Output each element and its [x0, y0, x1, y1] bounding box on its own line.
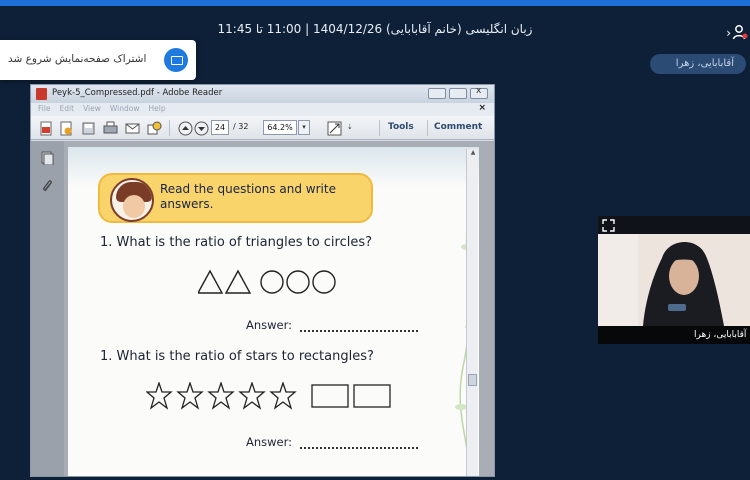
- next-page-icon[interactable]: [194, 121, 209, 136]
- triangle-shape: [198, 269, 224, 294]
- answer-line-2: [300, 441, 418, 449]
- print-icon[interactable]: [103, 121, 118, 136]
- toolbar: 24 / 32 64.2% ▾ ⇣ Tools Comment: [31, 116, 494, 140]
- rectangle-shape: [311, 384, 349, 408]
- toolbar-separator: [379, 120, 380, 136]
- document-area: Read the questions and write answers. 1.…: [31, 141, 494, 476]
- menu-file[interactable]: File: [38, 104, 51, 113]
- window-titlebar[interactable]: Peyk-5_Compressed.pdf - Adobe Reader: [31, 85, 494, 103]
- toast-message: اشتراک صفحه‌نمایش شروع شد: [8, 53, 147, 65]
- close-document-icon[interactable]: ×: [478, 103, 486, 113]
- zoom-dropdown-icon[interactable]: ▾: [298, 120, 310, 135]
- page-thumbnails-icon[interactable]: [41, 151, 54, 165]
- page-total: / 32: [233, 122, 249, 131]
- comment-button[interactable]: Comment: [434, 122, 482, 132]
- collaborate-icon[interactable]: [147, 121, 162, 136]
- scroll-up-icon[interactable]: ▲: [468, 149, 478, 159]
- pdf-page[interactable]: Read the questions and write answers. 1.…: [68, 147, 479, 476]
- session-title: زبان انگلیسی (خانم آقابابایی) 1404/12/26…: [217, 22, 533, 36]
- previous-page-icon[interactable]: [178, 121, 193, 136]
- fit-page-icon[interactable]: [327, 121, 342, 136]
- screen-share-icon: [164, 48, 188, 72]
- pdf-file-icon: [36, 88, 47, 100]
- circle-shape: [260, 270, 284, 294]
- star-shape: [176, 382, 204, 410]
- student-avatar: [110, 178, 154, 222]
- star-shape: [146, 382, 173, 410]
- screen-share-toast: اشتراک صفحه‌نمایش شروع شد: [0, 40, 196, 80]
- rectangle-shape: [353, 384, 391, 408]
- answer-label-2: Answer:: [246, 435, 293, 449]
- navigation-pane: [31, 141, 64, 476]
- answer-line-1: [300, 324, 418, 332]
- vertical-scrollbar[interactable]: ▲: [466, 149, 478, 476]
- star-shape: [207, 382, 235, 410]
- stars-rectangles-figure: [146, 382, 391, 410]
- top-accent-bar: [0, 0, 750, 6]
- question-2: 1. What is the ratio of stars to rectang…: [100, 349, 374, 364]
- instruction-banner: Read the questions and write answers.: [98, 173, 373, 223]
- triangle-shape: [224, 269, 252, 294]
- toolbar-separator: [169, 120, 170, 136]
- page-number-input[interactable]: 24: [211, 120, 229, 135]
- participant-name: آقابابایی، زهرا: [598, 326, 750, 344]
- instruction-text: Read the questions and write answers.: [160, 182, 336, 211]
- answer-label-1: Answer:: [246, 318, 293, 332]
- video-tile[interactable]: آقابابایی، زهرا: [598, 216, 750, 344]
- customize-toolbar-icon[interactable]: ⇣: [347, 123, 353, 131]
- close-button[interactable]: [470, 86, 488, 99]
- participant-video: [598, 234, 750, 326]
- menu-bar: File Edit View Window Help ×: [31, 103, 494, 116]
- adobe-reader-window[interactable]: Peyk-5_Compressed.pdf - Adobe Reader Fil…: [30, 84, 495, 477]
- attachments-icon[interactable]: [41, 179, 54, 193]
- video-tile-header: [598, 216, 750, 234]
- window-title: Peyk-5_Compressed.pdf - Adobe Reader: [52, 88, 223, 98]
- star-shape: [238, 382, 266, 410]
- toolbar-separator: [427, 120, 428, 136]
- chevron-right-icon[interactable]: ›: [726, 26, 731, 40]
- question-1: 1. What is the ratio of triangles to cir…: [100, 235, 373, 250]
- expand-icon[interactable]: [602, 219, 615, 232]
- circle-shape: [286, 270, 310, 294]
- menu-window[interactable]: Window: [110, 104, 140, 113]
- user-icon[interactable]: [732, 24, 748, 40]
- zoom-input[interactable]: 64.2%: [263, 120, 297, 135]
- scroll-thumb[interactable]: [468, 374, 477, 386]
- minimize-button[interactable]: [428, 88, 446, 99]
- open-icon[interactable]: [59, 121, 74, 136]
- participant-chip[interactable]: آقابابایی، زهرا: [650, 54, 746, 74]
- save-icon[interactable]: [81, 121, 96, 136]
- maximize-button[interactable]: [449, 88, 467, 99]
- create-pdf-icon[interactable]: [39, 121, 54, 136]
- triangles-circles-figure: [198, 269, 336, 294]
- tools-button[interactable]: Tools: [388, 122, 414, 132]
- menu-help[interactable]: Help: [148, 104, 165, 113]
- star-shape: [269, 382, 297, 410]
- menu-edit[interactable]: Edit: [60, 104, 75, 113]
- circle-shape: [312, 270, 336, 294]
- menu-view[interactable]: View: [83, 104, 101, 113]
- email-icon[interactable]: [125, 121, 140, 136]
